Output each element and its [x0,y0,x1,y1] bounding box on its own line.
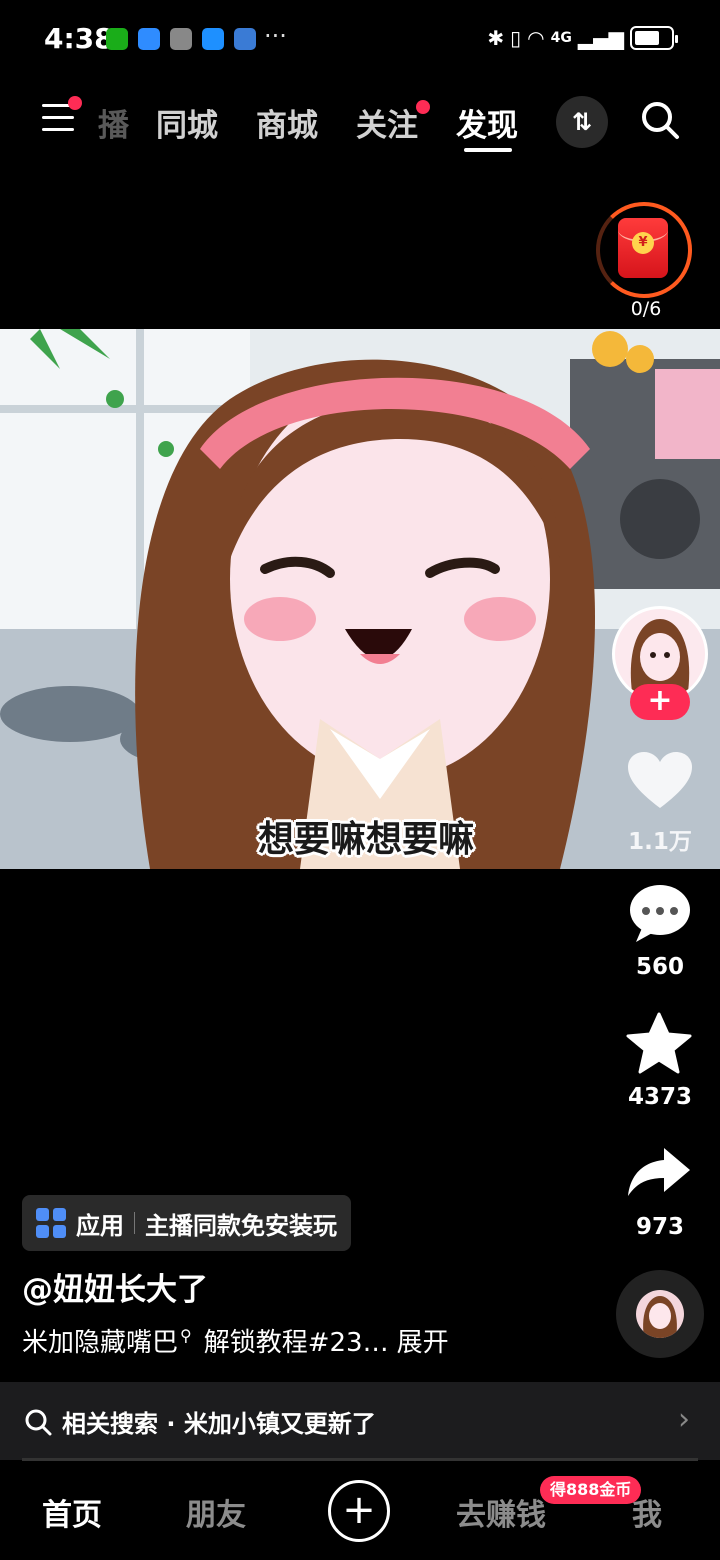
video-description[interactable]: 米加隐藏嘴巴 ⚲ 解锁教程#23… 展开 [22,1322,449,1359]
share-count: 973 [635,1214,684,1240]
comment-icon[interactable] [628,884,692,944]
author-name[interactable]: @妞妞长大了 [22,1264,208,1309]
tab-nearby[interactable]: 同城 [156,100,218,145]
tab-following[interactable]: 关注 [356,100,418,145]
video-subtitle: 想要嘛想要嘛 [258,819,475,860]
game-app-icon [170,28,192,50]
status-indicators: ✱ ▯ ◠ 4G ▂▄▆ [487,26,678,50]
nav-me[interactable]: 我 [632,1490,662,1534]
music-disc-cover [636,1290,684,1338]
related-search-bar[interactable]: 相关搜索 · 米加小镇又更新了 › [0,1382,720,1460]
favorite-count: 4373 [627,1084,692,1110]
music-disc[interactable] [616,1270,704,1358]
share-icon[interactable] [626,1146,692,1198]
swap-arrows-icon: ⇅ [571,108,593,136]
app-grid-icon [36,1208,66,1238]
following-notification-dot [416,100,430,114]
related-search-text: 相关搜索 · 米加小镇又更新了 [62,1410,376,1438]
red-packet-icon[interactable]: ¥ [618,218,668,278]
description-search-icon[interactable]: ⚲ [180,1326,192,1345]
create-button[interactable]: + [328,1480,390,1542]
nav-friends[interactable]: 朋友 [186,1490,246,1534]
description-text: 米加隐藏嘴巴 [22,1328,179,1358]
network-label: 4G [550,30,572,46]
sort-switch-button[interactable]: ⇅ [556,96,608,148]
bottom-navigation: 首页 朋友 + 去赚钱 得888金币 我 [0,1462,720,1560]
tab-discover[interactable]: 发现 [456,100,518,145]
more-notifications-icon: ··· [264,22,287,50]
comment-count: 560 [635,954,684,980]
playback-progress-bar[interactable] [22,1458,698,1461]
battery-icon [630,26,678,50]
wechat-icon [106,28,128,50]
nav-earn[interactable]: 去赚钱 [456,1490,546,1534]
search-icon[interactable] [640,100,680,140]
description-rest: 解锁教程#23… [203,1328,389,1358]
like-count: 1.1万 [628,829,692,855]
search-app-icon [202,28,224,50]
like-heart-icon[interactable] [626,750,694,812]
expand-link[interactable]: 展开 [397,1328,449,1358]
app-tag-label: 应用 [76,1211,124,1240]
reward-progress-text: 0/6 [630,298,662,320]
status-time: 4:38 [44,22,114,55]
chevron-right-icon: › [678,1402,690,1437]
tab-mall[interactable]: 商城 [256,100,318,145]
follow-button[interactable]: + [630,684,690,720]
weather-app-icon [138,28,160,50]
app-tag-text: 主播同款免安装玩 [145,1211,337,1240]
signal-icon: ▂▄▆ [577,26,624,50]
app-tag-divider [134,1212,135,1234]
favorite-star-icon[interactable] [626,1012,692,1074]
menu-icon[interactable] [42,104,74,132]
earn-coin-badge: 得888金币 [540,1476,642,1504]
related-search-icon [25,1409,52,1436]
app-tag[interactable]: 应用 主播同款免安装玩 [22,1195,351,1251]
bluetooth-icon: ✱ [487,26,505,50]
video-frame-illustration [0,329,720,869]
wifi-icon: ◠ [527,26,545,50]
video-player[interactable] [0,329,720,869]
nav-home[interactable]: 首页 [42,1490,102,1534]
browser-app-icon [234,28,256,50]
vibrate-icon: ▯ [510,26,522,50]
tab-live[interactable]: 播 [98,100,129,145]
active-tab-indicator [464,148,512,152]
menu-notification-dot [68,96,82,110]
